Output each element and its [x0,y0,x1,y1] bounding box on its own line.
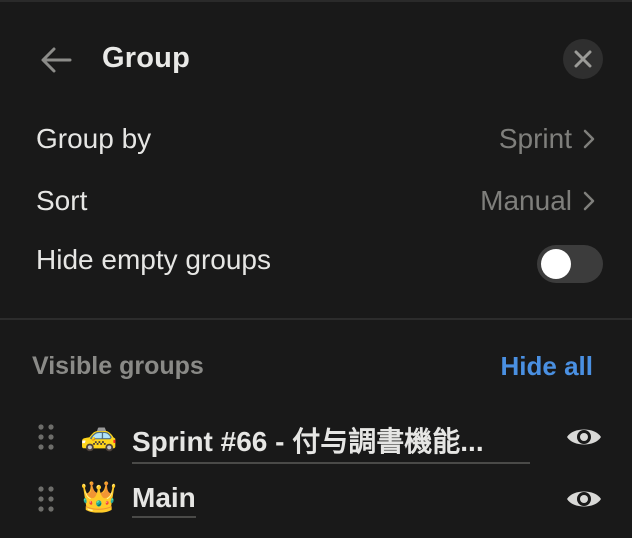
sort-row[interactable]: Sort Manual [0,175,632,229]
group-by-value-wrap: Sprint [499,123,596,155]
hide-all-button[interactable]: Hide all [501,351,593,382]
eye-icon[interactable] [565,424,603,450]
list-item: 🚕 Sprint #66 - 付与調書機能... [0,408,632,464]
hide-empty-toggle[interactable] [537,245,603,283]
group-by-label: Group by [36,123,152,154]
taxi-emoji-icon: 🚕 [80,419,118,452]
sort-value-wrap: Manual [480,185,596,217]
chevron-right-icon [583,129,595,149]
visible-groups-title: Visible groups [32,352,204,380]
page-title: Group [102,42,190,74]
sort-value: Manual [480,185,572,216]
sort-label: Sort [36,185,88,216]
chevron-right-icon [583,191,595,211]
group-name-link[interactable]: Main [132,482,196,518]
hide-empty-row: Hide empty groups [0,234,632,288]
group-by-value: Sprint [498,123,572,154]
group-name-link[interactable]: Sprint #66 - 付与調書機能... [132,420,530,464]
toggle-knob [541,249,571,279]
eye-icon[interactable] [565,486,603,512]
top-border [0,0,632,2]
drag-handle-icon[interactable] [36,422,56,452]
hide-empty-label: Hide empty groups [36,244,272,275]
back-button[interactable] [36,40,76,80]
crown-emoji-icon: 👑 [80,481,118,514]
close-icon [574,50,592,68]
section-divider [0,318,632,320]
group-by-row[interactable]: Group by Sprint [0,113,632,167]
arrow-left-icon [41,47,72,73]
close-button[interactable] [563,39,603,79]
panel-header: Group [0,30,632,90]
drag-handle-icon[interactable] [36,484,56,514]
list-item: 👑 Main [0,470,632,526]
